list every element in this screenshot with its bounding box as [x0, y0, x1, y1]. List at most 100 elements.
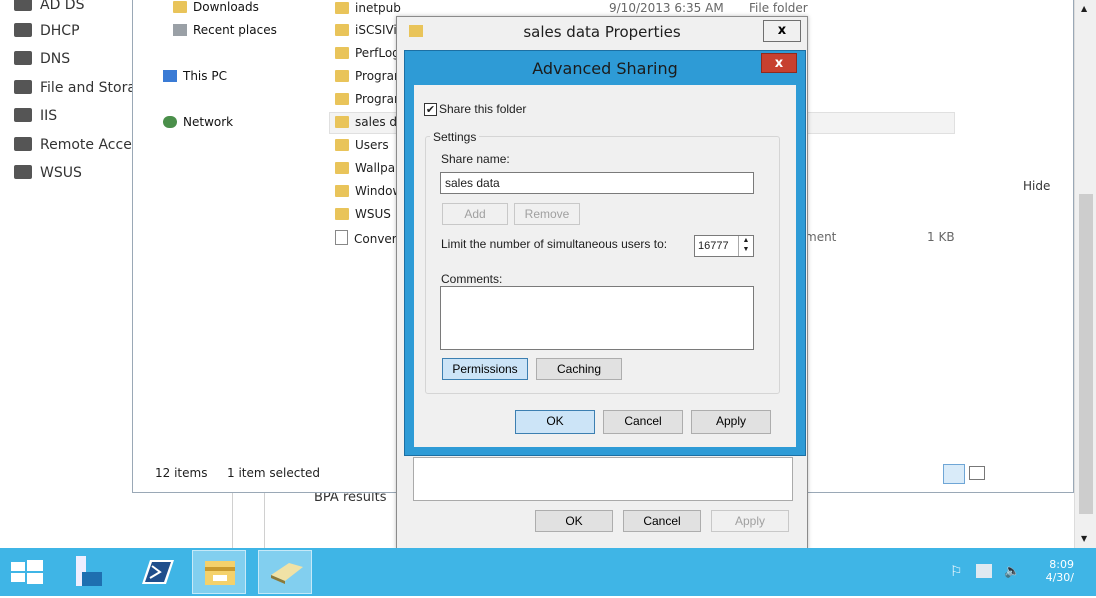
nav-item-file-storage[interactable]: File and Stora — [14, 77, 136, 99]
properties-title: sales data Properties — [523, 23, 681, 41]
share-name-label: Share name: — [441, 152, 510, 166]
recent-places-icon — [173, 24, 187, 36]
file-row[interactable]: Users — [335, 138, 389, 152]
taskbar-file-explorer[interactable] — [192, 550, 246, 594]
folder-icon — [335, 24, 349, 36]
nav-item-dns[interactable]: DNS — [14, 48, 70, 70]
nav-recent-places[interactable]: Recent places — [173, 23, 277, 37]
user-limit-label: Limit the number of simultaneous users t… — [441, 237, 668, 251]
user-limit-value: 16777 — [698, 240, 729, 252]
scroll-down-icon[interactable]: ▼ — [1081, 534, 1087, 543]
nav-item-iis[interactable]: IIS — [14, 105, 57, 127]
file-explorer-icon — [205, 561, 235, 585]
share-folder-checkbox[interactable]: ✔ — [424, 103, 437, 116]
advanced-sharing-dialog: Advanced Sharing x ✔ Share this folder S… — [404, 50, 806, 456]
file-type: ment — [805, 230, 837, 244]
advanced-sharing-title-bar[interactable]: Advanced Sharing x — [405, 51, 805, 83]
nav-network[interactable]: Network — [163, 115, 233, 129]
nav-item-ad-ds[interactable]: AD DS — [14, 0, 84, 16]
file-row[interactable]: Prograr — [335, 92, 399, 106]
details-view-icon[interactable] — [943, 464, 965, 484]
file-row[interactable]: inetpub — [335, 1, 401, 15]
flag-icon[interactable]: ⚐ — [950, 564, 963, 580]
server-manager-nav: AD DS DHCP DNS File and Stora IIS Remote… — [0, 0, 140, 548]
caching-button[interactable]: Caching — [536, 358, 622, 380]
nav-item-wsus[interactable]: WSUS — [14, 162, 82, 184]
wsus-icon — [14, 165, 32, 179]
taskbar-network-drive[interactable] — [258, 550, 312, 594]
close-button[interactable]: x — [763, 20, 801, 42]
file-row[interactable]: iSCSIVi — [335, 23, 397, 37]
file-row[interactable]: Prograr — [335, 69, 399, 83]
folder-icon — [335, 162, 349, 174]
drive-icon — [271, 563, 303, 584]
spinner-arrows-icon[interactable]: ▲ ▼ — [738, 236, 753, 256]
advanced-sharing-body: ✔ Share this folder Settings Share name:… — [414, 85, 796, 447]
user-limit-spinner[interactable]: 16777 ▲ ▼ — [694, 235, 754, 257]
properties-ok-button[interactable]: OK — [535, 510, 613, 532]
volume-muted-icon[interactable]: 🔈 — [1004, 564, 1020, 579]
powershell-icon — [142, 560, 174, 584]
vertical-scrollbar[interactable]: ▲ ▼ — [1074, 0, 1096, 548]
server-manager-icon — [76, 556, 102, 586]
comments-label: Comments: — [441, 272, 503, 286]
file-row[interactable]: Conver — [335, 230, 397, 246]
taskbar-server-manager[interactable] — [60, 550, 114, 594]
comments-textarea[interactable] — [440, 286, 754, 350]
selection-count: 1 item selected — [227, 466, 321, 480]
tab-panel — [413, 457, 793, 501]
date-modified: 9/10/2013 6:35 AM — [609, 1, 724, 15]
file-row[interactable]: Wallpa — [335, 161, 395, 175]
item-count: 12 items — [155, 466, 208, 480]
clock[interactable]: 8:09 4/30/ — [1040, 558, 1074, 584]
hide-link[interactable]: Hide — [1023, 179, 1050, 193]
remote-access-icon — [14, 137, 32, 151]
file-row[interactable]: Window — [335, 184, 402, 198]
file-size: 1 KB — [927, 230, 955, 244]
network-status-icon[interactable] — [976, 564, 992, 578]
apply-button[interactable]: Apply — [691, 410, 771, 434]
file-row[interactable]: PerfLog — [335, 46, 400, 60]
downloads-icon — [173, 1, 187, 13]
permissions-button[interactable]: Permissions — [442, 358, 528, 380]
scroll-up-icon[interactable]: ▲ — [1081, 4, 1087, 13]
computer-icon — [163, 70, 177, 82]
folder-icon — [335, 208, 349, 220]
file-row[interactable]: WSUS — [335, 207, 391, 221]
iis-icon — [14, 108, 32, 122]
cancel-button[interactable]: Cancel — [603, 410, 683, 434]
settings-group-label: Settings — [430, 130, 480, 144]
ad-ds-icon — [14, 0, 32, 11]
taskbar: ⚐ 🔈 8:09 4/30/ — [0, 548, 1096, 596]
ok-button[interactable]: OK — [515, 410, 595, 434]
file-type: File folder — [749, 1, 808, 15]
advanced-sharing-title: Advanced Sharing — [532, 59, 678, 78]
nav-item-remote-access[interactable]: Remote Acce — [14, 134, 132, 156]
dns-icon — [14, 51, 32, 65]
document-icon — [335, 230, 348, 245]
nav-item-dhcp[interactable]: DHCP — [14, 20, 80, 42]
scroll-thumb[interactable] — [1079, 194, 1093, 514]
folder-icon — [335, 139, 349, 151]
divider — [264, 492, 265, 548]
nav-this-pc[interactable]: This PC — [163, 69, 227, 83]
properties-title-bar[interactable]: sales data Properties x — [397, 17, 807, 49]
folder-icon — [335, 2, 349, 14]
remove-button[interactable]: Remove — [514, 203, 580, 225]
file-row-selected[interactable]: sales da — [335, 115, 404, 129]
taskbar-powershell[interactable] — [130, 550, 184, 594]
folder-icon — [335, 70, 349, 82]
nav-downloads[interactable]: Downloads — [173, 0, 259, 14]
large-icons-view-icon[interactable] — [969, 466, 985, 480]
share-name-input[interactable]: sales data — [440, 172, 754, 194]
dhcp-icon — [14, 23, 32, 37]
share-folder-label: Share this folder — [439, 102, 527, 116]
add-button[interactable]: Add — [442, 203, 508, 225]
properties-cancel-button[interactable]: Cancel — [623, 510, 701, 532]
clock-time: 8:09 — [1049, 558, 1074, 571]
folder-icon — [335, 47, 349, 59]
start-button[interactable] — [0, 550, 54, 594]
close-button[interactable]: x — [761, 53, 797, 73]
properties-apply-button[interactable]: Apply — [711, 510, 789, 532]
file-storage-icon — [14, 80, 32, 94]
